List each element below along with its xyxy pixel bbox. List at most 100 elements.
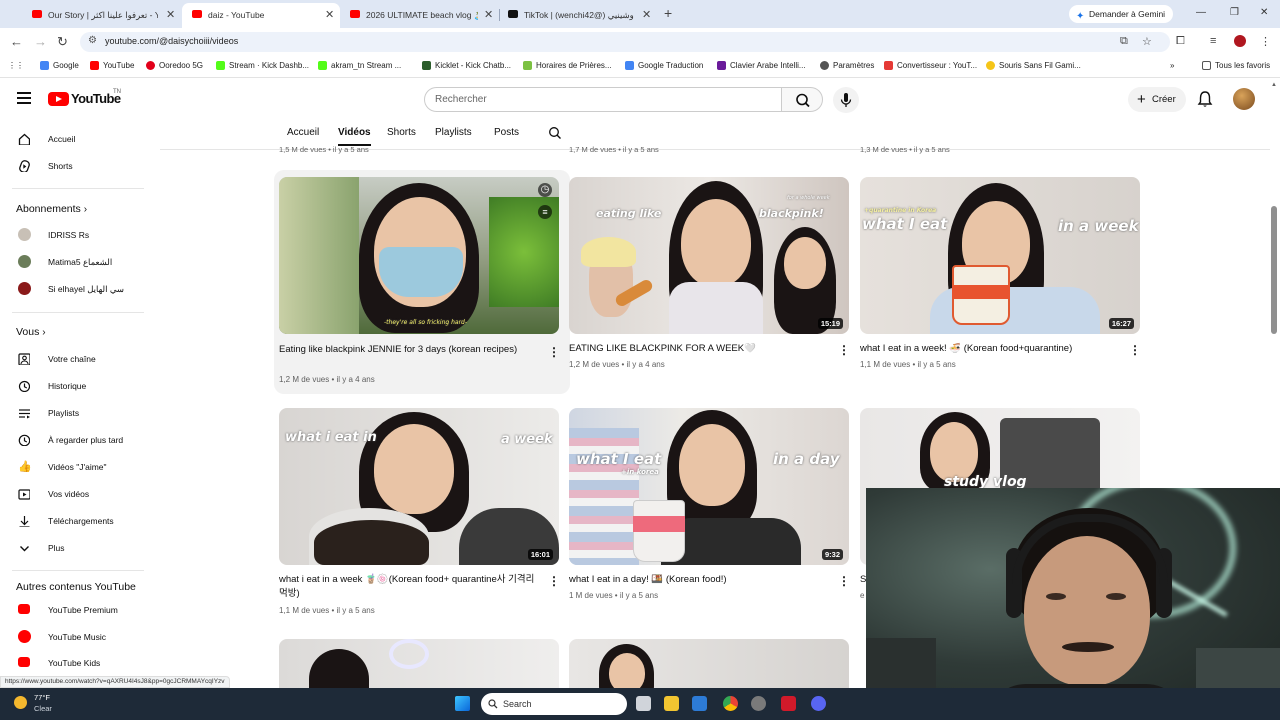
install-app-icon[interactable]: ⧉: [1120, 35, 1128, 48]
more-actions-icon[interactable]: [1129, 343, 1141, 357]
weather-description[interactable]: Clear: [34, 704, 52, 713]
weather-temperature[interactable]: 77°F: [34, 693, 50, 702]
tab-playlists[interactable]: Playlists: [435, 127, 472, 138]
more-actions-icon[interactable]: [838, 574, 850, 588]
task-view-icon[interactable]: [636, 696, 651, 711]
bookmark-ooredoo[interactable]: Ooredoo 5G: [146, 61, 203, 70]
more-actions-icon[interactable]: [838, 343, 850, 357]
bookmark-youtube[interactable]: YouTube: [90, 61, 134, 70]
sidebar-item-your-videos[interactable]: Vos vidéos: [0, 481, 156, 507]
sidebar-item-youtube-music[interactable]: YouTube Music: [0, 624, 156, 650]
all-bookmarks-folder[interactable]: Tous les favoris: [1202, 61, 1270, 70]
maximize-icon[interactable]: ❐: [1230, 7, 1239, 18]
browser-tab-2[interactable]: daiz - YouTube ✕: [182, 3, 340, 28]
you-heading[interactable]: Vous ›: [16, 326, 46, 338]
video-title[interactable]: what i eat in a week 🧋🍥(Korean food+ qua…: [279, 573, 541, 601]
sidebar-item-more[interactable]: Plus: [0, 535, 156, 561]
back-icon[interactable]: ←: [10, 34, 23, 49]
new-tab-icon[interactable]: +: [664, 5, 672, 21]
reload-icon[interactable]: ↻: [57, 34, 68, 50]
page-scrollbar-thumb[interactable]: [1271, 206, 1277, 334]
create-button[interactable]: + Créer: [1128, 87, 1186, 112]
taskbar-search[interactable]: Search: [481, 693, 627, 715]
sidebar-item-watch-later[interactable]: À regarder plus tard: [0, 427, 156, 453]
sidebar-item-liked-videos[interactable]: 👍 Vidéos "J'aime": [0, 454, 156, 480]
bookmark-star-icon[interactable]: ☆: [1142, 35, 1152, 48]
search-button[interactable]: [781, 87, 823, 112]
omnibox[interactable]: ⚙ youtube.com/@daisychoiii/videos: [80, 32, 1170, 52]
subscription-idriss-rs[interactable]: IDRISS Rs: [0, 222, 156, 248]
minimize-icon[interactable]: —: [1196, 7, 1206, 18]
sidebar-item-playlists[interactable]: Playlists: [0, 400, 156, 426]
tab-shorts[interactable]: Shorts: [387, 127, 416, 138]
tab-videos[interactable]: Vidéos: [338, 127, 371, 146]
video-thumbnail[interactable]: eating like blackpink! for a whole week …: [569, 177, 849, 334]
more-actions-icon[interactable]: [548, 574, 560, 588]
sidebar-item-youtube-premium[interactable]: YouTube Premium: [0, 597, 156, 623]
bookmark-google-translate[interactable]: Google Traduction: [625, 61, 703, 70]
apps-icon[interactable]: ⋮⋮: [8, 61, 24, 70]
bookmark-arabic-keyboard[interactable]: Clavier Arabe Intelli...: [717, 61, 806, 70]
search-input[interactable]: Rechercher: [424, 87, 782, 112]
menu-kebab-icon[interactable]: ⋮: [1260, 35, 1271, 48]
add-to-queue-icon[interactable]: ≡: [538, 205, 552, 219]
app-icon[interactable]: [781, 696, 796, 711]
video-title[interactable]: what I eat in a day! 🍱 (Korean food!): [569, 573, 831, 587]
site-info-icon[interactable]: ⚙: [88, 35, 97, 46]
forward-icon[interactable]: →: [34, 34, 47, 49]
video-thumbnail[interactable]: what i eat in a week 16:01: [279, 408, 559, 565]
profile-avatar[interactable]: [1234, 35, 1246, 47]
gemini-button[interactable]: ✦ Demander à Gemini: [1069, 5, 1174, 23]
discord-icon[interactable]: [811, 696, 826, 711]
watch-later-icon[interactable]: ◷: [538, 183, 552, 197]
video-thumbnail[interactable]: +quarantine in Korea what I eat in a wee…: [860, 177, 1140, 334]
sidebar-item-youtube-kids[interactable]: YouTube Kids: [0, 650, 156, 676]
video-thumbnail[interactable]: [569, 639, 849, 688]
bookmark-converter[interactable]: Convertisseur : YouT...: [884, 61, 977, 70]
sidebar-item-your-channel[interactable]: Votre chaîne: [0, 346, 156, 372]
close-tab-icon[interactable]: ✕: [484, 8, 493, 21]
reading-list-icon[interactable]: ≡: [1210, 35, 1216, 47]
subscription-si-elhayel[interactable]: Si elhayel سي الهايل: [0, 276, 156, 302]
bookmark-google[interactable]: Google: [40, 61, 79, 70]
more-actions-icon[interactable]: [548, 345, 560, 359]
browser-tab-4[interactable]: TikTok | (wenchi42@) وشينيي ✕: [500, 3, 658, 28]
voice-search-button[interactable]: [833, 87, 859, 113]
file-explorer-icon[interactable]: [664, 696, 679, 711]
hamburger-menu-icon[interactable]: [17, 92, 31, 104]
youtube-logo-icon[interactable]: [48, 92, 69, 106]
sidebar-item-shorts[interactable]: Shorts: [0, 153, 156, 179]
subscriptions-heading[interactable]: Abonnements ›: [16, 203, 87, 215]
video-title[interactable]: Eating like blackpink JENNIE for 3 days …: [279, 343, 541, 357]
close-tab-icon[interactable]: ✕: [325, 8, 334, 21]
sidebar-item-downloads[interactable]: Téléchargements: [0, 508, 156, 534]
bookmark-wireless-mouse[interactable]: Souris Sans Fil Gami...: [986, 61, 1081, 70]
browser-tab-1[interactable]: Our Story | تعرفوا علينا اكثر - You ✕: [0, 3, 180, 28]
bookmark-akram-stream[interactable]: akram_tn Stream ...: [318, 61, 401, 70]
bookmark-settings[interactable]: Paramètres: [820, 61, 874, 70]
browser-tab-3[interactable]: 2026 ULTIMATE beach vlog 🏝️ - ✕: [340, 3, 498, 28]
chrome-icon[interactable]: [723, 696, 738, 711]
weather-moon-icon[interactable]: [14, 696, 27, 709]
bookmark-kick-dashboard[interactable]: Stream · Kick Dashb...: [216, 61, 309, 70]
sidebar-item-home[interactable]: Accueil: [0, 126, 156, 152]
scroll-up-arrow-icon[interactable]: ▲: [1271, 82, 1277, 88]
video-title[interactable]: what I eat in a week! 🍜 (Korean food+qua…: [860, 342, 1122, 356]
store-icon[interactable]: [692, 696, 707, 711]
bookmark-prayer-times[interactable]: Horaires de Prières...: [523, 61, 612, 70]
tab-posts[interactable]: Posts: [494, 127, 519, 138]
tab-home[interactable]: Accueil: [287, 127, 319, 138]
app-icon[interactable]: [751, 696, 766, 711]
channel-search-icon[interactable]: [548, 126, 562, 140]
video-title[interactable]: EATING LIKE BLACKPINK FOR A WEEK🤍: [569, 342, 831, 356]
sidebar-item-history[interactable]: Historique: [0, 373, 156, 399]
extensions-icon[interactable]: ⧠: [1176, 35, 1185, 48]
subscription-matima5[interactable]: Matima5 الشعماع: [0, 249, 156, 275]
video-thumbnail[interactable]: -they're all so fricking hard- ◷ ≡: [279, 177, 559, 334]
start-button-icon[interactable]: [455, 696, 470, 711]
account-avatar[interactable]: [1233, 88, 1255, 110]
bookmark-kicklet[interactable]: Kicklet - Kick Chatb...: [422, 61, 511, 70]
close-tab-icon[interactable]: ✕: [166, 8, 175, 21]
video-thumbnail[interactable]: what I eat +in korea in a day 9:32: [569, 408, 849, 565]
close-tab-icon[interactable]: ✕: [642, 8, 651, 21]
